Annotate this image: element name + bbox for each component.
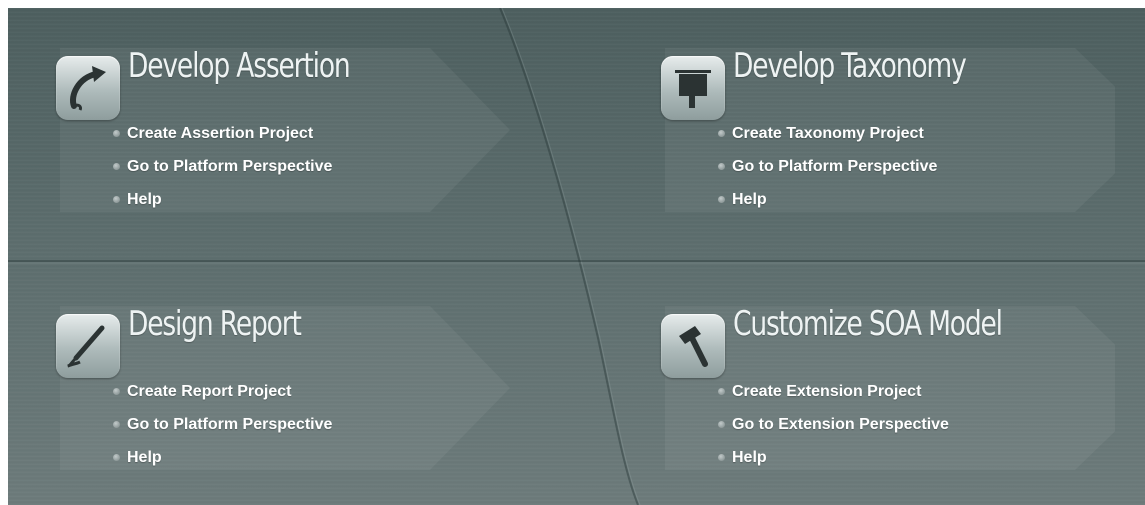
section-title: Develop Assertion — [128, 46, 351, 86]
bullet-icon — [718, 196, 725, 203]
bullet-icon — [113, 388, 120, 395]
help-link[interactable]: Help — [113, 448, 332, 481]
bullet-icon — [718, 388, 725, 395]
taxonomy-sign-icon[interactable] — [661, 56, 725, 120]
bullet-icon — [113, 454, 120, 461]
platform-perspective-link[interactable]: Go to Platform Perspective — [113, 415, 332, 448]
section-title: Develop Taxonomy — [733, 46, 967, 86]
bullet-icon — [718, 130, 725, 137]
welcome-page: Develop Assertion Create Assertion Proje… — [8, 8, 1145, 505]
create-assertion-project-link[interactable]: Create Assertion Project — [113, 124, 332, 157]
section-links: Create Report Project Go to Platform Per… — [113, 382, 332, 481]
bullet-icon — [113, 163, 120, 170]
bullet-icon — [718, 454, 725, 461]
bullet-icon — [113, 196, 120, 203]
platform-perspective-link[interactable]: Go to Platform Perspective — [113, 157, 332, 190]
bullet-icon — [113, 130, 120, 137]
help-link[interactable]: Help — [113, 190, 332, 223]
bullet-icon — [113, 421, 120, 428]
section-links: Create Assertion Project Go to Platform … — [113, 124, 332, 223]
create-report-project-link[interactable]: Create Report Project — [113, 382, 332, 415]
section-title: Design Report — [128, 304, 302, 344]
bullet-icon — [718, 421, 725, 428]
section-title: Customize SOA Model — [733, 304, 1003, 344]
extension-perspective-link[interactable]: Go to Extension Perspective — [718, 415, 949, 448]
hammer-icon[interactable] — [661, 314, 725, 378]
report-pen-icon[interactable] — [56, 314, 120, 378]
create-taxonomy-project-link[interactable]: Create Taxonomy Project — [718, 124, 937, 157]
bullet-icon — [718, 163, 725, 170]
section-links: Create Extension Project Go to Extension… — [718, 382, 949, 481]
help-link[interactable]: Help — [718, 190, 937, 223]
section-develop-assertion: Develop Assertion Create Assertion Proje… — [8, 8, 568, 248]
section-develop-taxonomy: Develop Taxonomy Create Taxonomy Project… — [613, 8, 1145, 248]
section-design-report: Design Report Create Report Project Go t… — [8, 266, 568, 505]
platform-perspective-link[interactable]: Go to Platform Perspective — [718, 157, 937, 190]
assertion-hook-icon[interactable] — [56, 56, 120, 120]
help-link[interactable]: Help — [718, 448, 949, 481]
section-links: Create Taxonomy Project Go to Platform P… — [718, 124, 937, 223]
create-extension-project-link[interactable]: Create Extension Project — [718, 382, 949, 415]
section-customize-soa-model: Customize SOA Model Create Extension Pro… — [613, 266, 1145, 505]
